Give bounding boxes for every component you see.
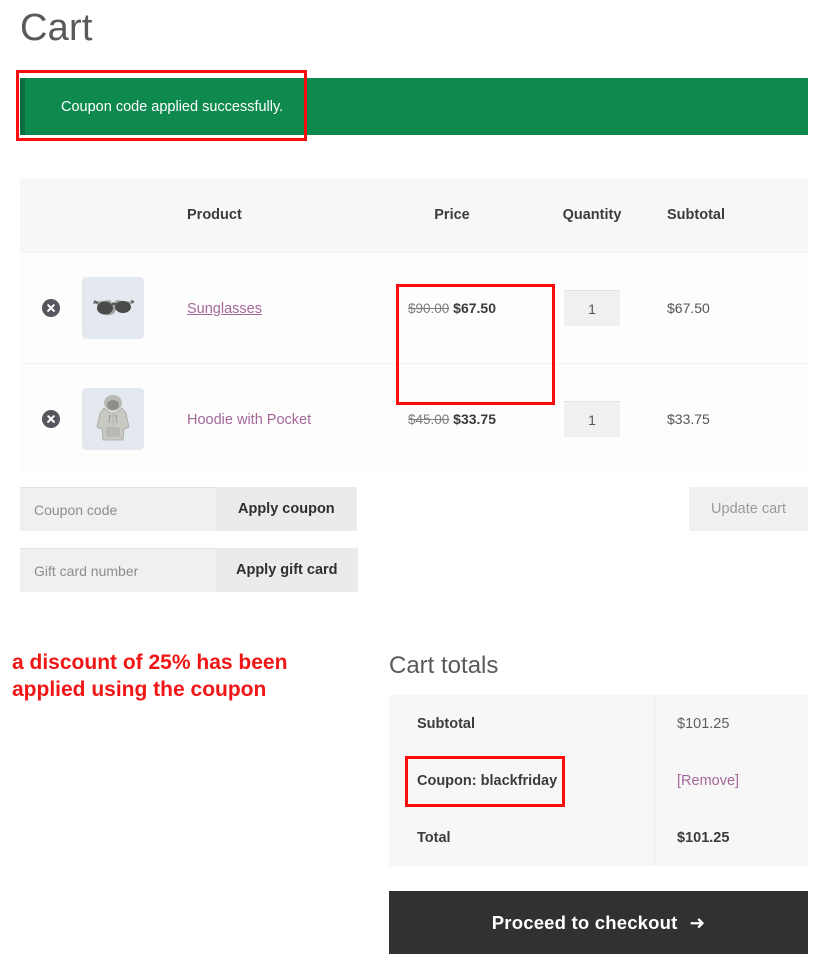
price-discounted: $33.75 bbox=[453, 411, 496, 427]
row-subtotal: $67.50 bbox=[667, 300, 710, 316]
coupon-code-input[interactable] bbox=[20, 487, 216, 531]
quantity-cell bbox=[537, 290, 647, 326]
product-name-cell: Hoodie with Pocket bbox=[182, 411, 367, 428]
totals-value: $101.25 bbox=[677, 715, 730, 732]
thumbnail-cell bbox=[82, 277, 182, 339]
page-title: Cart bbox=[20, 7, 93, 49]
header-price: Price bbox=[434, 207, 470, 223]
apply-coupon-button[interactable]: Apply coupon bbox=[216, 487, 357, 531]
proceed-to-checkout-button[interactable]: Proceed to checkout ➜ bbox=[389, 891, 808, 954]
apply-gift-card-button[interactable]: Apply gift card bbox=[216, 548, 358, 592]
cart-items-table: Product Price Quantity Subtotal Sunglass… bbox=[20, 178, 808, 474]
product-link-sunglasses[interactable]: Sunglasses bbox=[187, 301, 262, 317]
price-original: $45.00 bbox=[407, 412, 450, 427]
totals-value: [Remove] bbox=[655, 773, 808, 789]
remove-cell bbox=[20, 299, 82, 318]
totals-row-subtotal: Subtotal $101.25 bbox=[389, 695, 808, 752]
notice-message: Coupon code applied successfully. bbox=[61, 98, 284, 115]
row-subtotal: $33.75 bbox=[667, 411, 710, 427]
quantity-cell bbox=[537, 401, 647, 437]
checkout-label: Proceed to checkout bbox=[491, 911, 678, 933]
subtotal-cell: $33.75 bbox=[647, 411, 808, 427]
table-row: Hoodie with Pocket $45.00 $33.75 $33.75 bbox=[20, 363, 808, 474]
coupon-form: Apply coupon bbox=[20, 487, 357, 531]
totals-value: $101.25 bbox=[677, 829, 730, 846]
totals-row-coupon: Coupon: blackfriday [Remove] bbox=[389, 752, 808, 809]
totals-row-total: Total $101.25 bbox=[389, 809, 808, 866]
cart-totals-table: Subtotal $101.25 Coupon: blackfriday [Re… bbox=[389, 695, 808, 866]
quantity-input[interactable] bbox=[564, 290, 620, 326]
discount-annotation: a discount of 25% has been applied using… bbox=[12, 650, 372, 704]
remove-circle-x-icon[interactable] bbox=[42, 299, 60, 318]
annotation-line-2: applied using the coupon bbox=[12, 677, 267, 701]
header-subtotal: Subtotal bbox=[667, 207, 725, 223]
price-discounted: $67.50 bbox=[453, 300, 496, 316]
coupon-success-notice: Coupon code applied successfully. bbox=[20, 78, 808, 135]
price-cell: $45.00 $33.75 bbox=[367, 411, 537, 427]
price-cell: $90.00 $67.50 bbox=[367, 300, 537, 316]
subtotal-cell: $67.50 bbox=[647, 300, 808, 316]
price-original: $90.00 bbox=[407, 301, 450, 316]
product-name-cell: Sunglasses bbox=[182, 300, 367, 317]
arrow-right-icon: ➜ bbox=[689, 911, 706, 933]
totals-label: Total bbox=[389, 809, 655, 866]
hoodie-thumbnail[interactable] bbox=[82, 388, 144, 450]
quantity-input[interactable] bbox=[564, 401, 620, 437]
remove-cell bbox=[20, 410, 82, 429]
header-quantity: Quantity bbox=[562, 207, 622, 223]
thumbnail-cell bbox=[82, 388, 182, 450]
table-row: Sunglasses $90.00 $67.50 $67.50 bbox=[20, 252, 808, 363]
product-link-hoodie-with-pocket[interactable]: Hoodie with Pocket bbox=[187, 412, 311, 428]
remove-circle-x-icon[interactable] bbox=[42, 410, 60, 429]
remove-coupon-link[interactable]: [Remove] bbox=[677, 773, 739, 789]
cart-table-header: Product Price Quantity Subtotal bbox=[20, 178, 808, 252]
coupon-label: Coupon: blackfriday bbox=[389, 752, 655, 809]
gift-card-form: Apply gift card bbox=[20, 548, 358, 592]
totals-label: Subtotal bbox=[389, 695, 655, 752]
annotation-line-1: a discount of 25% has been bbox=[12, 651, 288, 674]
hoodie-icon bbox=[96, 395, 130, 441]
cart-totals-title: Cart totals bbox=[389, 652, 499, 679]
header-product: Product bbox=[187, 207, 242, 223]
sunglasses-thumbnail[interactable] bbox=[82, 277, 144, 339]
update-cart-button[interactable]: Update cart bbox=[689, 487, 808, 531]
gift-card-number-input[interactable] bbox=[20, 548, 216, 592]
sunglasses-icon bbox=[93, 300, 135, 316]
